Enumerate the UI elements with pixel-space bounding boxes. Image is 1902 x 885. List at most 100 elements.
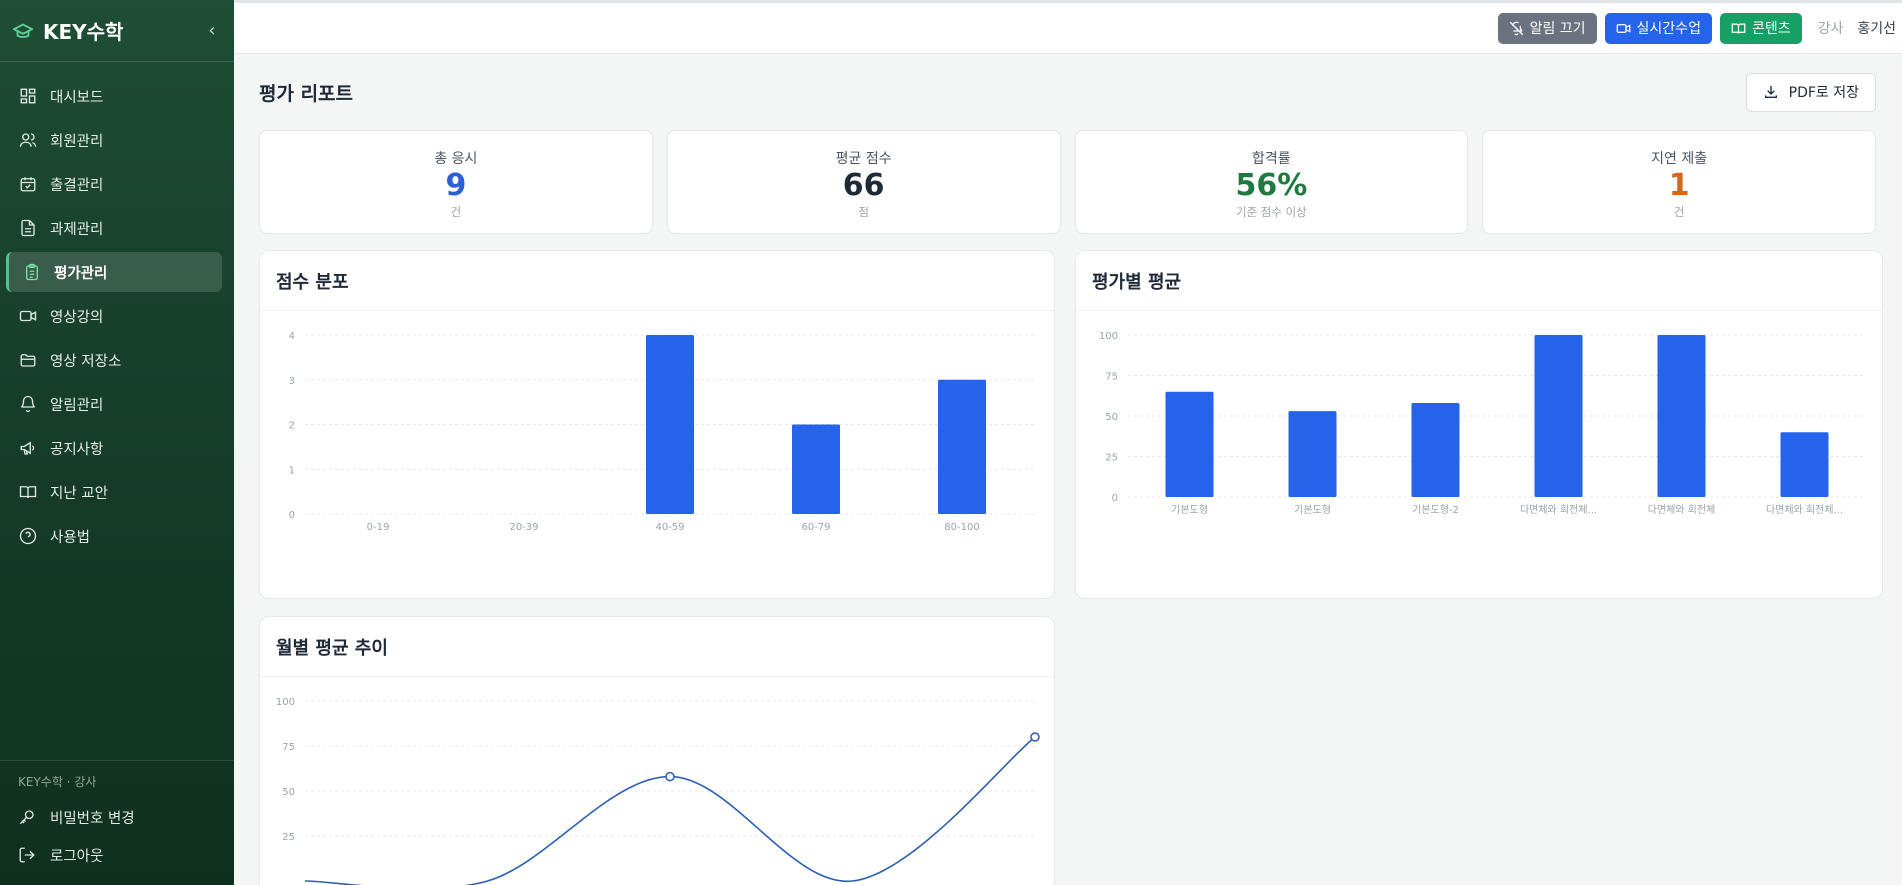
- dashboard-icon: [18, 86, 38, 106]
- stat-cards: 총 응시 9 건 평균 점수 66 점 합격률 56% 기준 점수 이상 지연 …: [259, 130, 1876, 234]
- sidebar-item-attendance[interactable]: 출결관리: [6, 164, 222, 204]
- y-tick-label: 1: [289, 465, 295, 476]
- score-distribution-card: 점수 분포 0 1 2 3 4 0-19 20-39 40-59 60-79 80-100: [259, 250, 1055, 599]
- sidebar-footer: KEY수학 · 강사 비밀번호 변경 로그아웃: [0, 760, 234, 874]
- content-label: 콘텐츠: [1751, 21, 1791, 37]
- sidebar-item-notifications[interactable]: 알림관리: [6, 384, 222, 424]
- stat-unit: 건: [1673, 205, 1685, 219]
- page-title: 평가 리포트: [259, 82, 354, 105]
- data-point: [665, 771, 675, 782]
- score-distribution-chart: 0 1 2 3 4 0-19 20-39 40-59 60-79 80-100: [289, 331, 1035, 533]
- graduation-cap-icon: [12, 19, 36, 43]
- sidebar-item-past-lessons[interactable]: 지난 교안: [6, 472, 222, 512]
- help-circle-icon: [18, 526, 38, 546]
- mute-notifications-label: 알림 끄기: [1529, 21, 1586, 37]
- y-tick-label: 75: [282, 742, 295, 753]
- stat-label: 합격률: [1252, 151, 1291, 167]
- y-tick-label: 4: [289, 331, 295, 342]
- bar: [1657, 335, 1706, 497]
- footer-caption: KEY수학 · 강사: [18, 775, 97, 789]
- sidebar-item-label: 사용법: [50, 529, 91, 546]
- book-open-icon: [1731, 21, 1746, 36]
- stat-card-average: 평균 점수 66 점: [666, 130, 1061, 234]
- sidebar-item-label: 공지사항: [50, 441, 104, 458]
- bar: [1411, 403, 1460, 497]
- sidebar-nav: 대시보드 회원관리 출결관리 과제관리 평가관리 영상강의 영상 저장소 알림관…: [0, 62, 234, 556]
- stat-card-pass-rate: 합격률 56% 기준 점수 이상: [1074, 130, 1469, 234]
- sidebar-item-label: 영상 저장소: [50, 353, 122, 370]
- y-tick-label: 50: [282, 787, 295, 798]
- series-line: [304, 736, 1036, 885]
- x-tick-label: 기본도형: [1294, 504, 1331, 516]
- y-tick-label: 25: [282, 832, 295, 843]
- brand-header: KEY수학 ‹: [0, 0, 234, 62]
- chevron-left-icon[interactable]: ‹: [202, 20, 222, 41]
- book-icon: [18, 482, 38, 502]
- sidebar-item-notices[interactable]: 공지사항: [6, 428, 222, 468]
- brand-title[interactable]: KEY수학: [43, 16, 202, 45]
- sidebar: KEY수학 ‹ 대시보드 회원관리 출결관리 과제관리 평가관리 영상강의 영상…: [0, 0, 234, 885]
- bar: [1288, 411, 1337, 497]
- y-tick-label: 0: [1112, 493, 1118, 504]
- x-tick-label: 다면체와 회전체...: [1766, 504, 1843, 516]
- bar: [1534, 335, 1583, 497]
- bar: [646, 335, 694, 514]
- key-icon: [18, 807, 38, 827]
- bell-off-icon: [1509, 21, 1524, 36]
- stat-value: 9: [445, 168, 467, 203]
- clipboard-icon: [22, 262, 42, 282]
- calendar-check-icon: [18, 174, 38, 194]
- average-by-evaluation-card: 평가별 평균 0 25 50 75 100 기본도형 기본도형 기본도형-2 다면체와 회전체.…: [1075, 250, 1883, 599]
- sidebar-item-label: 회원관리: [50, 133, 104, 150]
- sidebar-item-evaluation[interactable]: 평가관리: [6, 252, 222, 292]
- save-pdf-label: PDF로 저장: [1788, 85, 1859, 101]
- stat-label: 평균 점수: [835, 151, 892, 167]
- users-icon: [18, 130, 38, 150]
- x-tick-label: 다면체와 회전체...: [1520, 504, 1597, 516]
- data-point: [1030, 732, 1040, 742]
- y-tick-label: 75: [1105, 372, 1118, 383]
- bell-icon: [18, 394, 38, 414]
- user-name[interactable]: 홍기선: [1857, 18, 1896, 38]
- mute-notifications-button[interactable]: 알림 끄기: [1497, 12, 1597, 44]
- y-tick-label: 3: [289, 376, 295, 387]
- change-password-link[interactable]: 비밀번호 변경: [0, 798, 234, 836]
- live-class-button[interactable]: 실시간수업: [1604, 12, 1712, 44]
- stat-unit: 건: [450, 205, 462, 219]
- sidebar-item-members[interactable]: 회원관리: [6, 120, 222, 160]
- y-tick-label: 100: [276, 697, 295, 708]
- live-class-label: 실시간수업: [1636, 21, 1701, 37]
- video-icon: [18, 306, 38, 326]
- logout-link[interactable]: 로그아웃: [0, 836, 234, 874]
- main-content: 평가 리포트 PDF로 저장 총 응시 9 건 평균 점수 66 점 합격률 5…: [234, 54, 1902, 885]
- stat-value: 66: [842, 168, 885, 203]
- average-by-evaluation-chart: 0 25 50 75 100 기본도형 기본도형 기본도형-2 다면체와 회전체... 다면체와 …: [1099, 331, 1866, 516]
- sidebar-item-assignments[interactable]: 과제관리: [6, 208, 222, 248]
- stat-value: 1: [1668, 168, 1690, 203]
- content-button[interactable]: 콘텐츠: [1719, 12, 1802, 44]
- download-icon: [1763, 84, 1779, 100]
- stat-unit: 기준 점수 이상: [1235, 205, 1307, 219]
- footer-item-label: 비밀번호 변경: [50, 810, 135, 827]
- sidebar-item-dashboard[interactable]: 대시보드: [6, 76, 222, 116]
- stat-label: 지연 제출: [1651, 151, 1708, 167]
- sidebar-item-label: 평가관리: [54, 265, 108, 282]
- file-text-icon: [18, 218, 38, 238]
- y-tick-label: 0: [289, 510, 295, 521]
- y-tick-label: 2: [289, 421, 295, 432]
- bar: [938, 379, 986, 514]
- y-tick-label: 25: [1105, 453, 1118, 464]
- stat-card-late: 지연 제출 1 건: [1482, 130, 1876, 234]
- sidebar-item-video-lectures[interactable]: 영상강의: [6, 296, 222, 336]
- sidebar-item-video-storage[interactable]: 영상 저장소: [6, 340, 222, 380]
- sidebar-item-label: 영상강의: [50, 309, 104, 326]
- footer-item-label: 로그아웃: [50, 848, 104, 865]
- monthly-trend-card: 월별 평균 추이 25 50 75 100: [259, 616, 1055, 885]
- video-icon: [1616, 21, 1631, 36]
- card-title: 월별 평균 추이: [260, 617, 1054, 677]
- save-pdf-button[interactable]: PDF로 저장: [1745, 72, 1876, 112]
- page-header: 평가 리포트 PDF로 저장: [259, 54, 1876, 130]
- bar: [1165, 391, 1214, 497]
- sidebar-item-help[interactable]: 사용법: [6, 516, 222, 556]
- x-tick-label: 다면체와 회전체: [1648, 504, 1716, 516]
